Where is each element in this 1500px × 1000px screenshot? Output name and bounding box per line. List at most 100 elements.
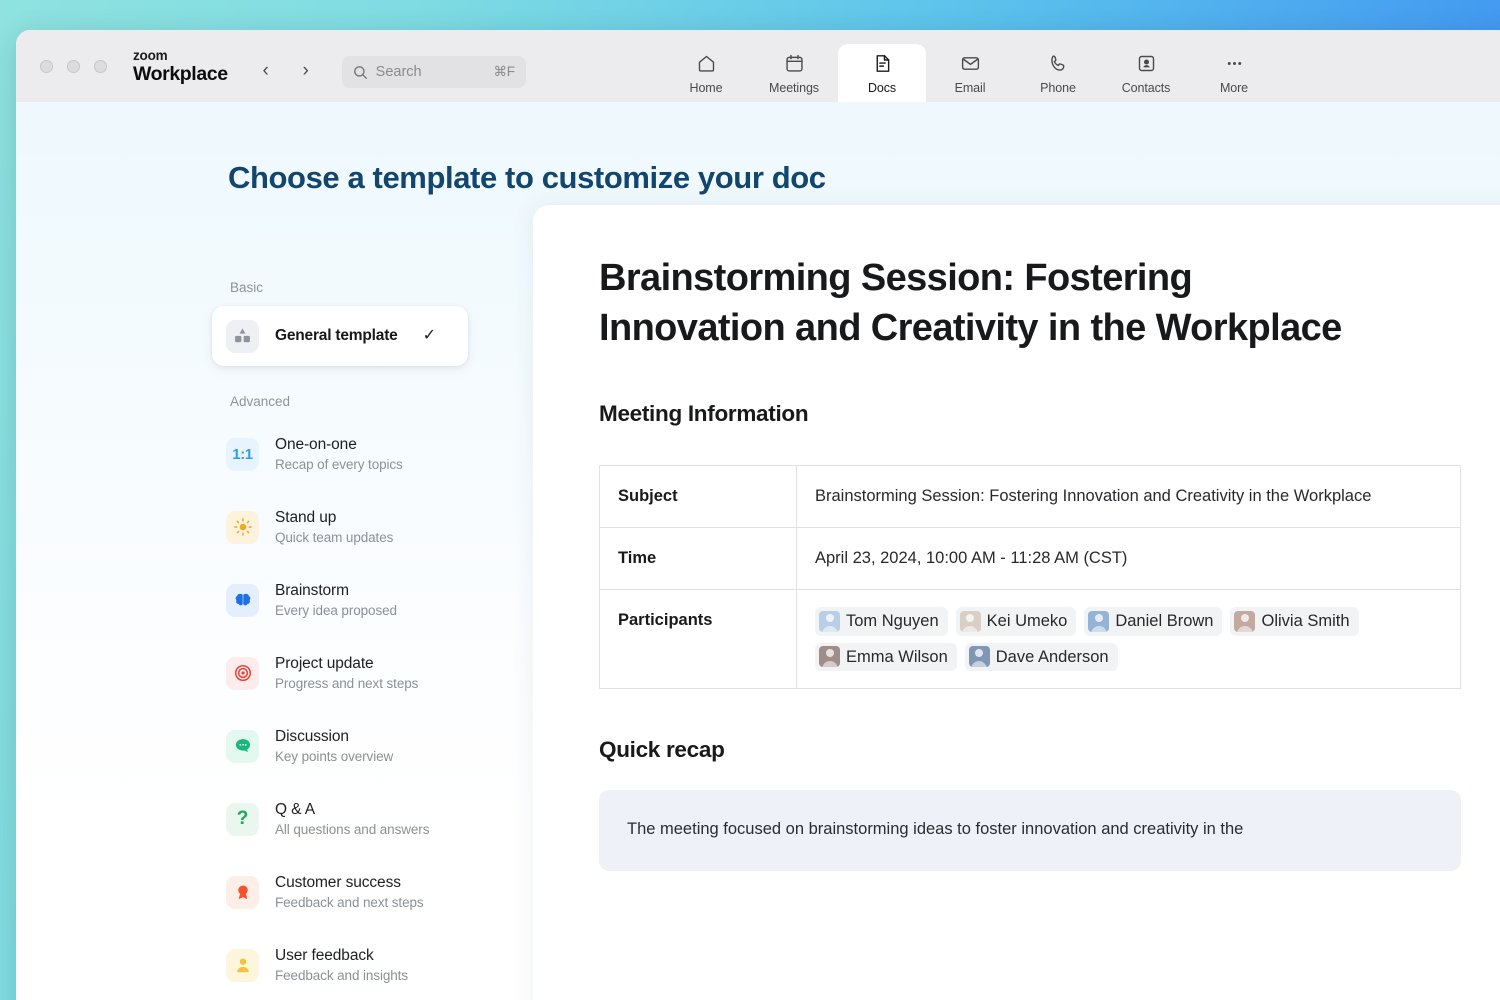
maximize-window-button[interactable] — [94, 60, 107, 73]
table-cell-key: Participants — [599, 588, 797, 690]
zoom-workplace-window: zoom Workplace ‹ › Search ⌘F Home Meetin… — [16, 30, 1500, 1000]
sidebar-item-label: Stand up — [275, 509, 337, 526]
close-window-button[interactable] — [40, 60, 53, 73]
avatar — [1088, 610, 1110, 632]
tab-label: Phone — [1040, 80, 1076, 95]
sidebar-item-one-on-one[interactable]: 1:1 One-on-one Recap of every topics — [212, 426, 512, 482]
sidebar-item-sublabel: Recap of every topics — [275, 457, 403, 472]
participant-name: Kei Umeko — [986, 611, 1068, 630]
forward-arrow-icon[interactable]: › — [296, 60, 316, 82]
table-cell-value: April 23, 2024, 10:00 AM - 11:28 AM (CST… — [796, 527, 1461, 590]
navigation-arrows: ‹ › — [256, 60, 316, 82]
phone-icon — [1048, 52, 1069, 76]
brand-zoom-text: zoom — [133, 48, 168, 63]
section-heading-meeting-information: Meeting Information — [599, 401, 809, 427]
chat-bubble-icon — [226, 729, 259, 763]
quick-recap-text: The meeting focused on brainstorming ide… — [627, 820, 1244, 839]
table-row: Participants Tom Nguyen Kei Umeko Daniel… — [599, 588, 1461, 690]
participant-chip[interactable]: Emma Wilson — [815, 642, 957, 672]
sidebar-item-sublabel: Feedback and insights — [275, 968, 408, 983]
participant-name: Olivia Smith — [1261, 611, 1350, 630]
check-icon: ✓ — [422, 327, 436, 344]
tab-contacts[interactable]: Contacts — [1102, 44, 1190, 102]
sidebar-item-label: Brainstorm — [275, 582, 349, 599]
sidebar-item-sublabel: Progress and next steps — [275, 676, 419, 691]
search-shortcut-hint: ⌘F — [493, 64, 515, 79]
sidebar-group-basic-label: Basic — [230, 280, 264, 295]
tab-more[interactable]: More — [1190, 44, 1278, 102]
tab-email[interactable]: Email — [926, 44, 1014, 102]
avatar — [1234, 610, 1256, 632]
sidebar-item-project-update[interactable]: Project update Progress and next steps — [212, 645, 512, 701]
sidebar-item-sublabel: Feedback and next steps — [275, 895, 424, 910]
avatar — [968, 646, 990, 668]
main-tabbar: Home Meetings Docs Email Phone Contacts … — [662, 44, 1278, 102]
table-row: Time April 23, 2024, 10:00 AM - 11:28 AM… — [599, 527, 1461, 590]
sidebar-item-customer-success[interactable]: Customer success Feedback and next steps — [212, 864, 512, 920]
sidebar-item-label: User feedback — [275, 947, 374, 964]
table-row: Subject Brainstorming Session: Fostering… — [599, 465, 1461, 529]
participant-chip[interactable]: Dave Anderson — [964, 642, 1118, 672]
participant-name: Tom Nguyen — [846, 611, 939, 630]
window-controls[interactable] — [40, 60, 107, 73]
sidebar-item-stand-up[interactable]: Stand up Quick team updates — [212, 499, 512, 555]
document-preview-card: Brainstorming Session: Fostering Innovat… — [533, 205, 1500, 1000]
one-on-one-icon: 1:1 — [226, 437, 259, 471]
tab-label: Contacts — [1121, 80, 1171, 95]
tab-label: Meetings — [769, 80, 819, 95]
sidebar-item-sublabel: All questions and answers — [275, 822, 430, 837]
tab-label: More — [1219, 80, 1249, 95]
page-title: Choose a template to customize your doc — [228, 160, 826, 195]
user-icon — [226, 948, 259, 982]
window-titlebar: zoom Workplace ‹ › Search ⌘F Home Meetin… — [16, 30, 1500, 102]
participant-chip[interactable]: Daniel Brown — [1084, 606, 1223, 636]
brand-workplace-text: Workplace — [133, 62, 228, 85]
docs-template-chooser: Choose a template to customize your doc … — [16, 102, 1500, 1000]
table-cell-key: Time — [599, 527, 797, 590]
table-cell-participants: Tom Nguyen Kei Umeko Daniel Brown Olivia… — [796, 588, 1461, 690]
calendar-icon — [784, 52, 805, 76]
participant-chip[interactable]: Tom Nguyen — [815, 606, 948, 636]
participant-chip-list: Tom Nguyen Kei Umeko Daniel Brown Olivia… — [815, 606, 1442, 672]
participant-name: Dave Anderson — [995, 647, 1109, 666]
ellipsis-icon — [1224, 52, 1245, 76]
sidebar-item-label: One-on-one — [275, 436, 357, 453]
brain-icon — [226, 583, 259, 617]
template-sidebar: Basic General template ✓ Advanced 1:1 On… — [212, 280, 512, 1000]
participant-name: Emma Wilson — [846, 647, 948, 666]
tab-phone[interactable]: Phone — [1014, 44, 1102, 102]
search-placeholder-text: Search — [375, 64, 422, 80]
app-brand: zoom Workplace — [133, 49, 228, 84]
tab-label: Email — [954, 80, 986, 95]
sidebar-group-advanced-label: Advanced — [230, 394, 291, 409]
avatar — [819, 646, 840, 668]
tab-label: Docs — [867, 80, 897, 95]
contacts-icon — [1136, 52, 1157, 76]
sidebar-item-q-and-a[interactable]: ? Q & A All questions and answers — [212, 791, 512, 847]
avatar — [959, 610, 981, 632]
back-arrow-icon[interactable]: ‹ — [256, 60, 276, 82]
tab-label: Home — [689, 80, 723, 95]
sidebar-item-label: Customer success — [275, 874, 401, 891]
tab-home[interactable]: Home — [662, 44, 750, 102]
home-icon — [696, 52, 717, 76]
participant-name: Daniel Brown — [1115, 611, 1214, 630]
search-input[interactable]: Search ⌘F — [341, 56, 526, 88]
sidebar-item-general-template[interactable]: General template ✓ — [212, 306, 468, 366]
sidebar-item-label: Project update — [275, 655, 374, 672]
avatar — [819, 610, 840, 632]
minimize-window-button[interactable] — [67, 60, 80, 73]
section-heading-quick-recap: Quick recap — [599, 737, 725, 763]
participant-chip[interactable]: Olivia Smith — [1230, 606, 1359, 636]
desktop-background: zoom Workplace ‹ › Search ⌘F Home Meetin… — [0, 0, 1500, 1000]
sidebar-item-user-feedback[interactable]: User feedback Feedback and insights — [212, 937, 512, 993]
tab-docs[interactable]: Docs — [838, 44, 926, 102]
tab-meetings[interactable]: Meetings — [750, 44, 838, 102]
quick-recap-callout: The meeting focused on brainstorming ide… — [599, 790, 1461, 871]
sidebar-item-discussion[interactable]: Discussion Key points overview — [212, 718, 512, 774]
question-mark-icon: ? — [226, 802, 259, 836]
sidebar-item-brainstorm[interactable]: Brainstorm Every idea proposed — [212, 572, 512, 628]
sidebar-item-sublabel: Key points overview — [275, 749, 394, 764]
meeting-information-table: Subject Brainstorming Session: Fostering… — [599, 465, 1461, 690]
participant-chip[interactable]: Kei Umeko — [955, 606, 1077, 636]
